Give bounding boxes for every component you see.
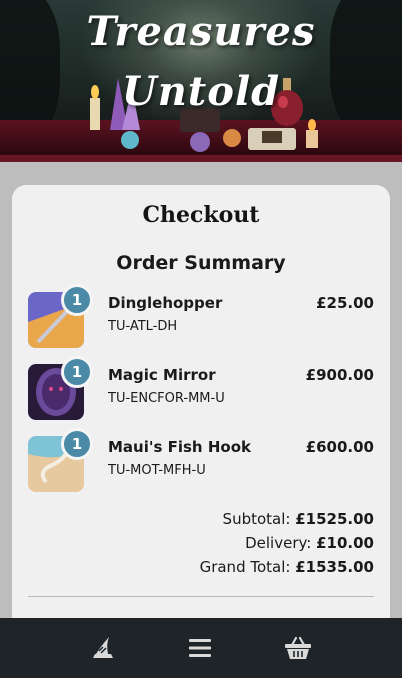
checkout-card: Checkout Order Summary 1 Dinglehopper TU…	[12, 185, 390, 645]
quantity-badge: 1	[61, 356, 93, 388]
basket-button[interactable]	[280, 632, 316, 664]
divider	[28, 596, 374, 597]
delivery-row: Delivery: £10.00	[74, 534, 374, 552]
menu-icon	[189, 639, 211, 657]
delivery-label: Delivery:	[245, 534, 312, 552]
grand-total-value: £1535.00	[295, 558, 374, 576]
item-price: £600.00	[305, 438, 374, 456]
hero-title-line1: Treasures	[86, 8, 316, 55]
bottom-nav	[0, 618, 402, 678]
item-name: Dinglehopper	[108, 294, 223, 312]
item-price: £25.00	[316, 294, 374, 312]
item-name: Maui's Fish Hook	[108, 438, 251, 456]
order-item: 1 Maui's Fish Hook TU-MOT-MFH-U £600.00	[28, 428, 374, 492]
basket-icon	[285, 636, 311, 659]
quantity-badge: 1	[61, 428, 93, 460]
order-item: 1 Dinglehopper TU-ATL-DH £25.00	[28, 284, 374, 348]
item-name: Magic Mirror	[108, 366, 216, 384]
subtotal-label: Subtotal:	[222, 510, 291, 528]
item-sku: TU-MOT-MFH-U	[108, 463, 206, 478]
grand-total-label: Grand Total:	[199, 558, 291, 576]
item-price: £900.00	[305, 366, 374, 384]
quantity-badge: 1	[61, 284, 93, 316]
delivery-value: £10.00	[316, 534, 374, 552]
menu-button[interactable]	[182, 632, 218, 664]
order-summary-heading: Order Summary	[116, 252, 286, 274]
hero-title-line2: Untold	[121, 68, 281, 115]
home-nav-button[interactable]	[85, 632, 121, 664]
item-sku: TU-ATL-DH	[108, 319, 178, 334]
hero-banner: Treasures Untold	[0, 0, 402, 162]
order-item: 1 Magic Mirror TU-ENCFOR-MM-U £900.00	[28, 356, 374, 420]
subtotal-row: Subtotal: £1525.00	[74, 510, 374, 528]
item-sku: TU-ENCFOR-MM-U	[108, 391, 225, 406]
subtotal-value: £1525.00	[295, 510, 374, 528]
page-title: Checkout	[142, 202, 260, 228]
wizard-hat-icon	[93, 637, 113, 658]
grand-total-row: Grand Total: £1535.00	[74, 558, 374, 576]
